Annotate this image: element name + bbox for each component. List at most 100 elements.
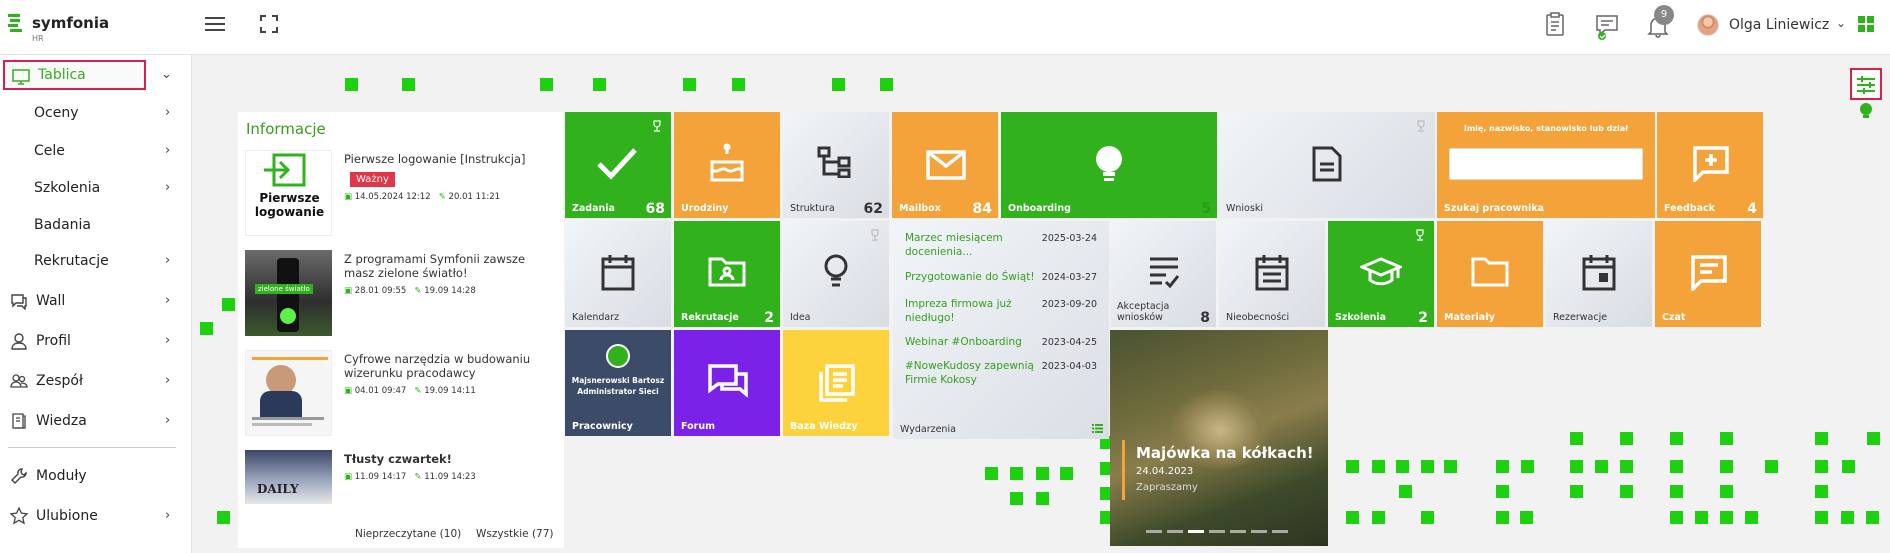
user-icon [11,333,27,350]
news-item[interactable]: Pierwsze logowanie Pierwsze logowanie [I… [245,150,563,238]
user-menu-chevron-icon[interactable]: ⌄ [1836,16,1846,30]
sidebar-item-label: Rekrutacje [34,253,109,269]
promo-banner[interactable]: Majówka na kółkach! 24.04.2023 Zapraszam… [1110,330,1328,546]
chat-icon [11,294,27,310]
tile-urodziny[interactable]: Urodziny [674,112,780,218]
news-item[interactable]: Cyfrowe narzędzia w budowaniu wizerunku … [245,350,563,438]
tile-pracownicy[interactable]: Majsnerowski Bartosz Administrator Sieci… [565,330,671,436]
news-title[interactable]: Z programami Symfonii zawsze masz zielon… [344,252,556,280]
event-title[interactable]: #NoweKudosy zapewnią Firmie Kokosy [905,359,1045,387]
promo-title: Majówka na kółkach! [1136,444,1314,462]
edited-date: 11.09 14:23 [424,472,476,482]
pencil-icon: ✎ [414,386,422,396]
clipboard-icon[interactable] [1545,12,1565,36]
event-date: 2023-04-25 [1041,337,1097,348]
checklist-icon [1150,257,1180,289]
pencil-icon: ✎ [438,192,446,202]
list-icon[interactable] [1092,424,1103,433]
employee-search-input[interactable] [1449,148,1643,180]
tile-mailbox[interactable]: Mailbox 84 [892,112,998,218]
tile-rezerwacje[interactable]: Rezerwacje [1546,221,1652,327]
edited-date: 19.09 14:28 [424,286,476,296]
forum-icon [708,364,748,398]
tile-szkolenia[interactable]: Szkolenia 2 [1328,221,1434,327]
chevron-down-icon[interactable]: ⌄ [161,67,172,82]
sidebar-item-szkolenia[interactable]: Szkolenia › [0,170,185,206]
tile-struktura[interactable]: Struktura 62 [783,112,889,218]
decor-square [222,298,235,311]
sidebar-item-wall[interactable]: Wall › [0,283,185,319]
sidebar-item-wiedza[interactable]: Wiedza › [0,403,185,439]
tile-label: Baza Wiedzy [790,421,858,432]
important-badge: Ważny [350,172,395,187]
tile-kalendarz[interactable]: Kalendarz [565,221,671,327]
sidebar-item-cele[interactable]: Cele › [0,133,185,169]
tile-feedback[interactable]: Feedback 4 [1657,112,1763,218]
tile-label: Akceptacja wniosków [1117,301,1170,323]
sidebar-item-label: Zespół [36,373,83,389]
avatar[interactable] [1697,14,1719,36]
decor-square [832,78,845,91]
decor-square [1421,460,1434,473]
decor-square [1346,460,1359,473]
sidebar-item-rekrutacje[interactable]: Rekrutacje › [0,243,185,279]
tile-count: 68 [645,201,665,217]
tile-czat[interactable]: Czat [1655,221,1761,327]
tile-idea[interactable]: Idea [783,221,889,327]
tile-label: Idea [790,312,811,323]
tile-onboarding[interactable]: Onboarding 5 [1001,112,1217,218]
document-icon [1312,146,1342,182]
event-title[interactable]: Marzec miesiącem docenienia... [905,231,1035,259]
created-date: 04.01 09:47 [354,386,407,396]
fullscreen-icon[interactable] [260,15,278,33]
sidebar-item-zespol[interactable]: Zespół › [0,363,185,399]
news-title[interactable]: Tłusty czwartek! [344,452,556,466]
sidebar-item-oceny[interactable]: Oceny › [0,95,185,131]
decor-square [1620,460,1633,473]
edited-date: 19.09 14:11 [424,386,476,396]
sidebar-item-tablica[interactable]: Tablica [3,60,146,90]
dashboard-settings-button[interactable] [1850,68,1882,100]
sidebar-item-ulubione[interactable]: Ulubione › [0,498,185,534]
event-title[interactable]: Impreza firmowa już niedługo! [905,297,1035,325]
news-title[interactable]: Cyfrowe narzędzia w budowaniu wizerunku … [344,352,556,380]
chevron-right-icon: › [165,253,171,268]
event-title[interactable]: Przygotowanie do Świąt! [905,270,1045,284]
decor-square [1720,485,1733,498]
sidebar-item-label: Tablica [38,67,86,83]
carousel-dots[interactable] [1146,530,1296,533]
decor-square [1496,485,1509,498]
sidebar-item-label: Wall [36,293,66,309]
tile-nieobecnosci[interactable]: Nieobecności [1219,221,1325,327]
all-link[interactable]: Wszystkie (77) [476,528,554,540]
messages-icon[interactable] [1594,13,1622,41]
tile-zadania[interactable]: Zadania 68 [565,112,671,218]
decor-square [1815,511,1828,524]
tile-count: 2 [764,310,774,326]
tile-akceptacja-wnioskow[interactable]: Akceptacja wniosków 8 [1110,221,1216,327]
tile-wnioski[interactable]: Wnioski [1219,112,1435,218]
apps-grid-icon[interactable] [1858,16,1874,32]
tile-materialy[interactable]: Materiały [1437,221,1543,327]
sidebar-item-moduly[interactable]: Moduły [0,458,185,494]
news-item[interactable]: zielone światło Z programami Symfonii za… [245,250,563,338]
sidebar-item-badania[interactable]: Badania [0,207,185,243]
unread-link[interactable]: Nieprzeczytane (10) [355,528,461,540]
news-item[interactable]: DAILY Tłusty czwartek! ▣ 11.09 14:17 ✎ 1… [245,450,563,506]
trophy-icon [1417,120,1425,132]
decor-square [1036,467,1049,480]
tile-forum[interactable]: Forum [674,330,780,436]
user-name[interactable]: Olga Liniewicz [1729,17,1829,33]
tile-label: Materiały [1444,312,1495,323]
tile-label: Struktura [790,203,835,214]
search-hint: Imię, nazwisko, stanowisko lub dział [1463,124,1629,133]
trophy-icon [871,229,879,241]
tile-baza-wiedzy[interactable]: Baza Wiedzy [783,330,889,436]
sidebar-item-profil[interactable]: Profil › [0,323,185,359]
event-title[interactable]: Webinar #Onboarding [905,335,1035,349]
hamburger-menu-icon[interactable] [205,16,225,32]
tile-label: Rezerwacje [1553,312,1608,323]
news-title[interactable]: Pierwsze logowanie [Instrukcja] [344,152,556,166]
tile-rekrutacje[interactable]: Rekrutacje 2 [674,221,780,327]
lightbulb-icon[interactable] [1859,102,1873,120]
